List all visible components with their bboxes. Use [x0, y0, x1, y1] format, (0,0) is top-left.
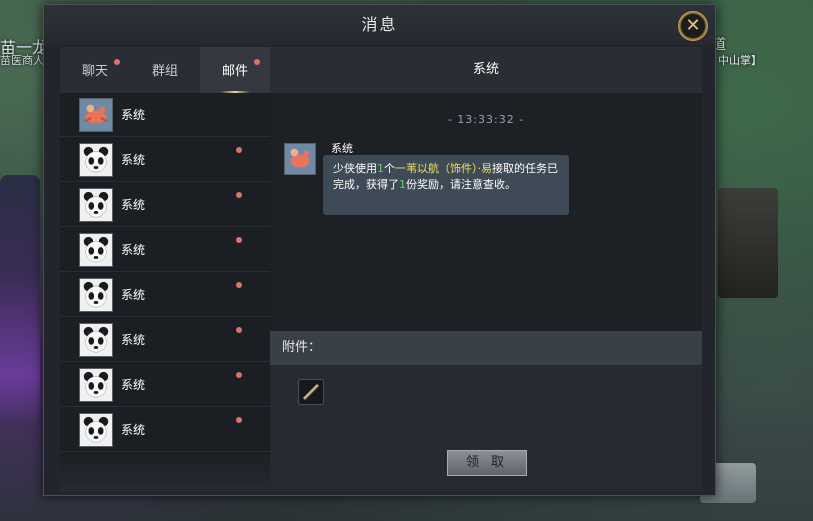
unread-dot [236, 147, 242, 153]
npc-title-right: 中山掌】 [718, 54, 762, 67]
mail-sender-label: 系统 [121, 423, 146, 437]
mail-list-item[interactable]: 系统 [60, 408, 270, 452]
mail-list-item[interactable]: 系统 [60, 93, 270, 137]
mail-sender-label: 系统 [121, 333, 146, 347]
mail-sender-label: 系统 [121, 198, 146, 212]
msg-count: 1 [399, 178, 406, 191]
detail-header: 系统 [270, 47, 702, 93]
tab-chat[interactable]: 聊天 [60, 47, 130, 93]
mail-list-item[interactable]: 系统 [60, 138, 270, 182]
close-button[interactable]: ✕ [678, 11, 708, 41]
unread-dot [236, 282, 242, 288]
tab-bar: 聊天 群组 邮件 [60, 47, 270, 93]
unread-dot [236, 372, 242, 378]
message-timestamp: - 13:33:32 - [447, 113, 525, 126]
mail-sender-label: 系统 [121, 378, 146, 392]
panda-icon [79, 233, 113, 267]
msg-text: 份奖励，请注意查收。 [406, 178, 516, 191]
mail-sender-label: 系统 [121, 108, 146, 122]
tab-groups-label: 群组 [151, 64, 178, 79]
list-fade [60, 451, 270, 491]
system-crab-icon [284, 143, 316, 175]
panda-icon [79, 323, 113, 357]
tab-mail-label: 邮件 [221, 64, 248, 79]
message-bubble: 少侠使用1个一苇以航（饰件）·易接取的任务已完成，获得了1份奖励，请注意查收。 [323, 155, 569, 215]
window-title: 消息 [44, 5, 715, 45]
msg-item-name: 一苇以航（饰件） [395, 162, 478, 175]
message-sender: 系统 [331, 142, 353, 155]
mail-list-item[interactable]: 系统 [60, 273, 270, 317]
table-prop [718, 188, 778, 298]
mail-detail-panel: 系统 - 13:33:32 - 系统 少侠使用1个一苇以航（饰件）·易接取的任务… [270, 47, 702, 491]
mail-list-item[interactable]: 系统 [60, 183, 270, 227]
mail-list: 系统 系统 系统 系统 系统 系统 系统 系统 [60, 93, 270, 491]
msg-count: 1 [377, 162, 384, 175]
panda-icon [79, 413, 113, 447]
msg-text: 个 [384, 162, 395, 175]
unread-dot [236, 327, 242, 333]
tab-chat-label: 聊天 [81, 64, 108, 79]
unread-dot [236, 192, 242, 198]
panda-icon [79, 143, 113, 177]
mail-list-item[interactable]: 系统 [60, 318, 270, 362]
mail-list-item[interactable]: 系统 [60, 363, 270, 407]
mail-sender-label: 系统 [121, 288, 146, 302]
attachment-area: 领 取 [270, 365, 702, 491]
panda-icon [79, 188, 113, 222]
system-crab-icon [79, 98, 113, 132]
panda-icon [79, 368, 113, 402]
mail-sender-label: 系统 [121, 243, 146, 257]
panda-icon [79, 278, 113, 312]
tab-groups[interactable]: 群组 [130, 47, 200, 93]
conversation-sidebar: 聊天 群组 邮件 系统 系统 系统 系统 系统 系统 系统 系统 [60, 47, 270, 491]
msg-text: 少侠使用 [333, 162, 377, 175]
character-figure [0, 175, 40, 425]
attachment-label: 附件： [270, 331, 702, 365]
mail-sender-label: 系统 [121, 153, 146, 167]
unread-dot [236, 237, 242, 243]
claim-button[interactable]: 领 取 [447, 450, 527, 476]
unread-dot [254, 59, 260, 65]
attachment-slot[interactable] [298, 379, 324, 405]
npc-title-left: 苗医商人 [0, 54, 44, 67]
tab-mail[interactable]: 邮件 [200, 47, 270, 93]
mail-list-item[interactable]: 系统 [60, 228, 270, 272]
msg-player-name: 易 [481, 162, 492, 175]
message-window: 消息 ✕ 聊天 群组 邮件 系统 系统 系统 系统 系统 系统 系统 系统 系统… [43, 4, 716, 496]
unread-dot [114, 59, 120, 65]
close-x-icon: ✕ [685, 15, 701, 36]
message-area[interactable]: - 13:33:32 - 系统 少侠使用1个一苇以航（饰件）·易接取的任务已完成… [270, 93, 702, 331]
unread-dot [236, 417, 242, 423]
blade-item-icon [302, 383, 320, 401]
